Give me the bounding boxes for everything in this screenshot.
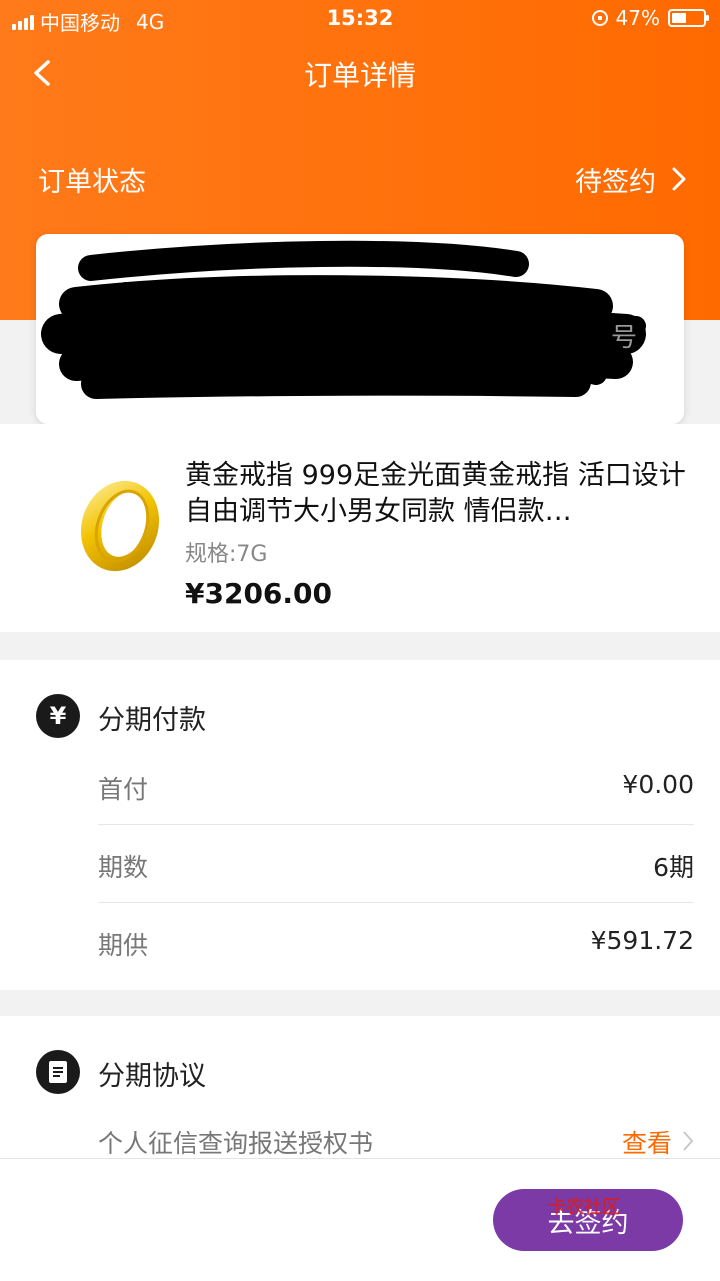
address-card[interactable]: 号 <box>36 234 684 424</box>
status-bar: 中国移动 4G 15:32 47% <box>0 0 720 36</box>
periods-row: 期数 6期 <box>98 824 694 903</box>
down-payment-label: 首付 <box>98 775 149 804</box>
order-status-value: 待签约 <box>575 167 656 198</box>
monthly-payment-value: ¥591.72 <box>590 926 694 955</box>
product-spec: 规格:7G <box>185 542 268 567</box>
agreement-title: 分期协议 <box>98 1061 206 1092</box>
svg-text:号: 号 <box>611 323 637 353</box>
monthly-payment-label: 期供 <box>98 931 149 960</box>
page-title: 订单详情 <box>303 59 416 92</box>
installment-section: ¥ 分期付款 首付 ¥0.00 期数 6期 期供 ¥591.72 <box>0 660 720 990</box>
periods-value: 6期 <box>653 853 694 882</box>
order-status-row[interactable]: 订单状态 待签约 <box>0 150 720 206</box>
watermark-logo: 卡农社区 <box>548 1197 620 1218</box>
battery-icon <box>668 9 709 27</box>
installment-title: 分期付款 <box>98 705 206 736</box>
rotation-lock-icon <box>591 10 608 26</box>
gold-ring-image <box>80 480 160 572</box>
monthly-payment-row: 期供 ¥591.72 <box>98 902 694 980</box>
periods-label: 期数 <box>98 853 149 882</box>
down-payment-value: ¥0.00 <box>622 770 694 799</box>
navigation-bar: 订单详情 <box>0 40 720 108</box>
product-price: ¥3206.00 <box>185 577 333 610</box>
chevron-right-icon <box>672 167 686 191</box>
credit-authorization-label: 个人征信查询报送授权书 <box>98 1129 374 1158</box>
status-icons: 47% <box>591 6 709 30</box>
product-title: 黄金戒指 999足金光面黄金戒指 活口设计 自由调节大小男女同款 情侣款… <box>185 460 686 527</box>
chevron-right-icon <box>683 1131 694 1151</box>
view-link[interactable]: 查看 <box>622 1124 672 1160</box>
down-payment-row: 首付 ¥0.00 <box>98 746 694 825</box>
battery-percent: 47% <box>615 6 660 30</box>
yen-icon: ¥ <box>36 694 80 738</box>
redaction-scribble: 号 <box>41 240 646 399</box>
product-item[interactable]: 黄金戒指 999足金光面黄金戒指 活口设计 自由调节大小男女同款 情侣款… 规格… <box>0 424 720 632</box>
document-icon <box>36 1050 80 1094</box>
order-status-label: 订单状态 <box>38 167 146 198</box>
bottom-action-bar: 去签约 卡农社区 <box>0 1158 720 1281</box>
battery-level <box>672 13 686 23</box>
